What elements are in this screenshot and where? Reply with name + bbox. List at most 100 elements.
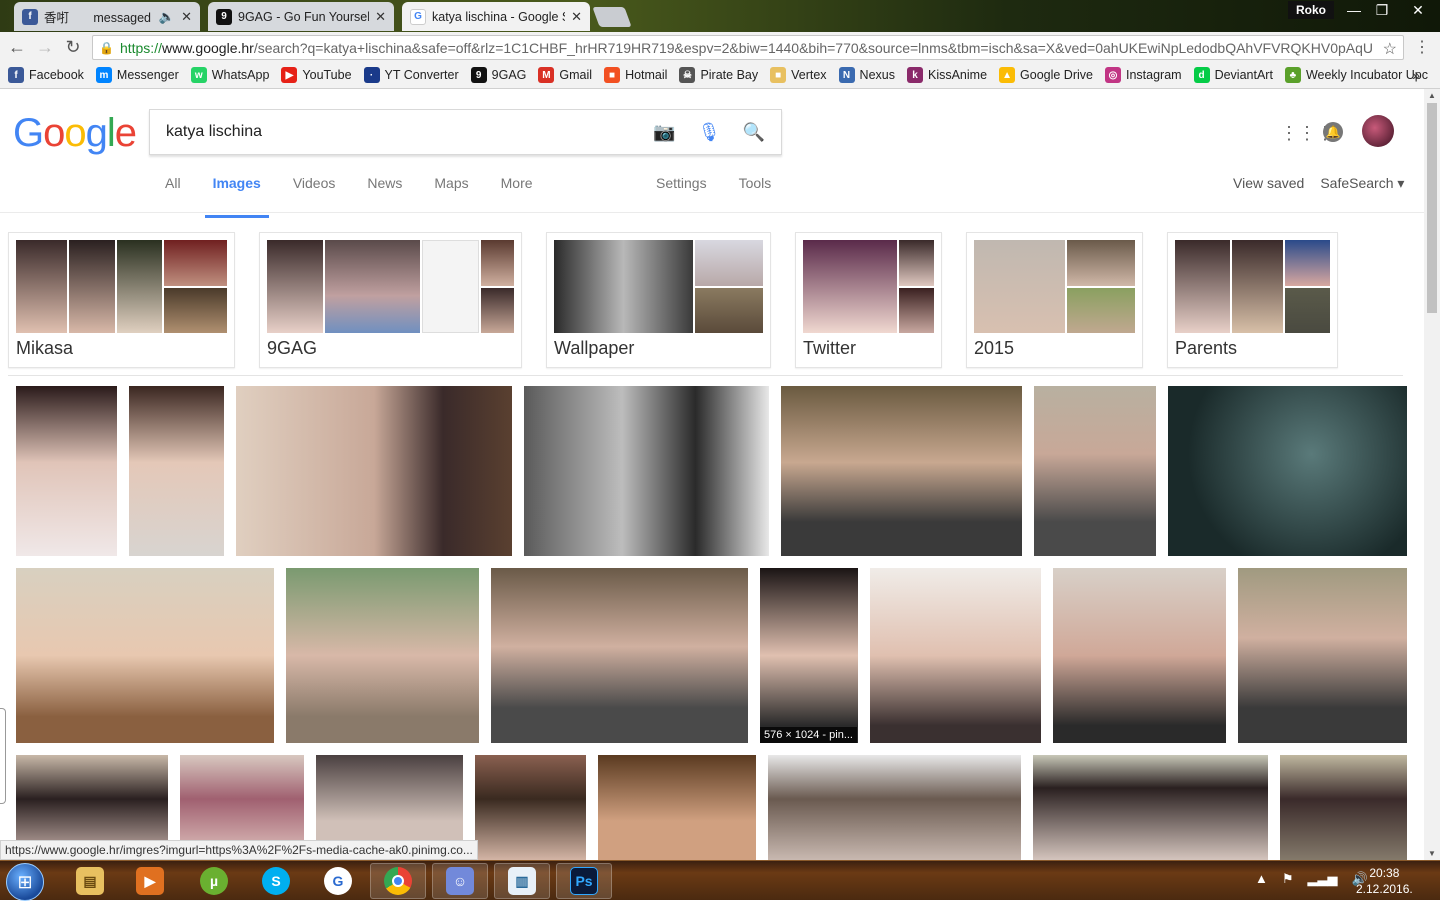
- result-image[interactable]: [1168, 386, 1407, 556]
- result-image[interactable]: [16, 386, 117, 556]
- page-scrollbar[interactable]: ▲ ▼: [1424, 89, 1440, 860]
- avatar[interactable]: [1362, 115, 1394, 147]
- result-image[interactable]: [286, 568, 479, 743]
- result-image[interactable]: 576 × 1024 - pin...: [760, 568, 858, 743]
- bookmark-hotmail[interactable]: ■ Hotmail: [604, 67, 667, 83]
- taskbar-discord[interactable]: ☺: [432, 863, 488, 899]
- bookmark-9gag[interactable]: 9 9GAG: [470, 67, 526, 83]
- bookmark-whatsapp[interactable]: w WhatsApp: [190, 67, 269, 83]
- taskbar-sync[interactable]: G: [310, 863, 366, 899]
- safesearch-dropdown[interactable]: SafeSearch ▾: [1320, 175, 1404, 192]
- related-card-mikasa[interactable]: Mikasa: [8, 232, 235, 368]
- reload-icon[interactable]: ↻: [62, 36, 84, 58]
- more-bookmarks-icon[interactable]: »: [1412, 67, 1420, 83]
- facebook-icon: f: [22, 8, 38, 25]
- search-query[interactable]: katya lischina: [166, 123, 262, 141]
- forward-icon[interactable]: →: [34, 36, 56, 58]
- related-card-parents[interactable]: Parents: [1167, 232, 1338, 368]
- result-image[interactable]: [491, 568, 748, 743]
- result-image[interactable]: [1053, 568, 1226, 743]
- close-tab-icon[interactable]: ✕: [375, 9, 386, 25]
- back-icon[interactable]: ←: [6, 36, 28, 58]
- result-image[interactable]: [16, 568, 274, 743]
- url-field[interactable]: 🔒 https:// www.google.hr /search?q=katya…: [92, 35, 1404, 60]
- tab-images[interactable]: Images: [204, 175, 270, 218]
- scroll-up-icon[interactable]: ▲: [1428, 91, 1436, 100]
- bookmark-weekly-incubator-upc[interactable]: ♣ Weekly Incubator Upc: [1284, 67, 1428, 83]
- result-image[interactable]: [598, 755, 756, 860]
- profile-name[interactable]: Roko: [1288, 1, 1334, 19]
- action-center-icon[interactable]: ⚑: [1282, 871, 1294, 887]
- related-card-wallpaper[interactable]: Wallpaper: [546, 232, 771, 368]
- taskbar-media-player[interactable]: ▶: [122, 863, 178, 899]
- tab-9gag[interactable]: 9 9GAG - Go Fun Yourself ✕: [208, 2, 394, 31]
- result-image[interactable]: [1034, 386, 1156, 556]
- view-saved-link[interactable]: View saved: [1233, 175, 1304, 192]
- menu-icon[interactable]: ⋮: [1414, 37, 1430, 57]
- tab-all[interactable]: All: [165, 175, 181, 205]
- taskbar-notepad[interactable]: ▥: [494, 863, 550, 899]
- restore-icon[interactable]: ❐: [1368, 0, 1396, 20]
- bookmark-vertex[interactable]: ■ Vertex: [770, 67, 827, 83]
- bookmark-yt-converter[interactable]: · YT Converter: [363, 67, 459, 83]
- tray-expand-icon[interactable]: ▲: [1255, 871, 1268, 887]
- tools-link[interactable]: Tools: [739, 175, 772, 191]
- result-image[interactable]: [129, 386, 224, 556]
- result-image[interactable]: [1033, 755, 1268, 860]
- result-image[interactable]: [768, 755, 1021, 860]
- taskbar-chrome[interactable]: [370, 863, 426, 899]
- network-icon[interactable]: ▂▃▅: [1308, 871, 1338, 887]
- scroll-down-icon[interactable]: ▼: [1428, 849, 1436, 858]
- related-card-2015[interactable]: 2015: [966, 232, 1143, 368]
- taskbar-photoshop[interactable]: Ps: [556, 863, 612, 899]
- microphone-icon[interactable]: 🎙: [698, 122, 721, 143]
- bookmark-pirate-bay[interactable]: ☠ Pirate Bay: [679, 67, 758, 83]
- search-icon[interactable]: 🔍: [743, 122, 765, 143]
- result-image[interactable]: [870, 568, 1041, 743]
- taskbar-utorrent[interactable]: µ: [186, 863, 242, 899]
- clock[interactable]: 20:38 2.12.2016.: [1356, 865, 1413, 897]
- camera-icon[interactable]: 📷: [653, 122, 675, 143]
- taskbar-skype[interactable]: S: [248, 863, 304, 899]
- bookmark-star-icon[interactable]: ☆: [1383, 39, 1397, 59]
- tab-videos[interactable]: Videos: [293, 175, 336, 205]
- bookmark-messenger[interactable]: m Messenger: [95, 67, 179, 83]
- start-button[interactable]: ⊞: [6, 863, 44, 901]
- thumbnail-image: [163, 288, 228, 333]
- bookmark-facebook[interactable]: f Facebook: [8, 67, 84, 83]
- settings-link[interactable]: Settings: [656, 175, 707, 191]
- result-image[interactable]: [475, 755, 586, 860]
- new-tab-button[interactable]: [592, 7, 632, 27]
- bookmark-instagram[interactable]: ◎ Instagram: [1104, 67, 1182, 83]
- notifications-icon[interactable]: 🔔: [1323, 122, 1343, 142]
- close-window-icon[interactable]: ✕: [1396, 0, 1440, 20]
- bookmark-nexus[interactable]: N Nexus: [838, 67, 895, 83]
- tab-maps[interactable]: Maps: [434, 175, 468, 205]
- tab-facebook[interactable]: f 香咑 messaged you 🔈 ✕: [14, 2, 200, 31]
- google-logo[interactable]: Google: [13, 111, 137, 156]
- tab-google-search[interactable]: G katya lischina - Google S ✕: [402, 2, 590, 31]
- skype-icon: S: [262, 867, 290, 895]
- close-tab-icon[interactable]: ✕: [571, 9, 582, 25]
- volume-icon[interactable]: 🔈: [159, 9, 175, 25]
- result-image[interactable]: [236, 386, 512, 556]
- bookmark-youtube[interactable]: ▶ YouTube: [281, 67, 352, 83]
- tab-more[interactable]: More: [501, 175, 533, 205]
- bookmark-deviantart[interactable]: d DeviantArt: [1193, 67, 1273, 83]
- related-card-9gag[interactable]: 9GAG: [259, 232, 522, 368]
- bookmark-kissanime[interactable]: k KissAnime: [906, 67, 987, 83]
- scrollbar-thumb[interactable]: [1427, 103, 1437, 313]
- side-panel-tab[interactable]: [0, 708, 6, 804]
- result-image[interactable]: [524, 386, 769, 556]
- minimize-icon[interactable]: —: [1340, 0, 1368, 20]
- related-card-twitter[interactable]: Twitter: [795, 232, 942, 368]
- bookmark-google-drive[interactable]: ▲ Google Drive: [999, 67, 1093, 83]
- taskbar-explorer[interactable]: ▤: [62, 863, 118, 899]
- bookmark-gmail[interactable]: M Gmail: [538, 67, 592, 83]
- close-tab-icon[interactable]: ✕: [181, 9, 192, 25]
- search-input[interactable]: katya lischina 📷 🎙 🔍: [149, 109, 782, 155]
- tab-news[interactable]: News: [367, 175, 402, 205]
- result-image[interactable]: [1238, 568, 1407, 743]
- result-image[interactable]: [781, 386, 1022, 556]
- result-image[interactable]: [1280, 755, 1407, 860]
